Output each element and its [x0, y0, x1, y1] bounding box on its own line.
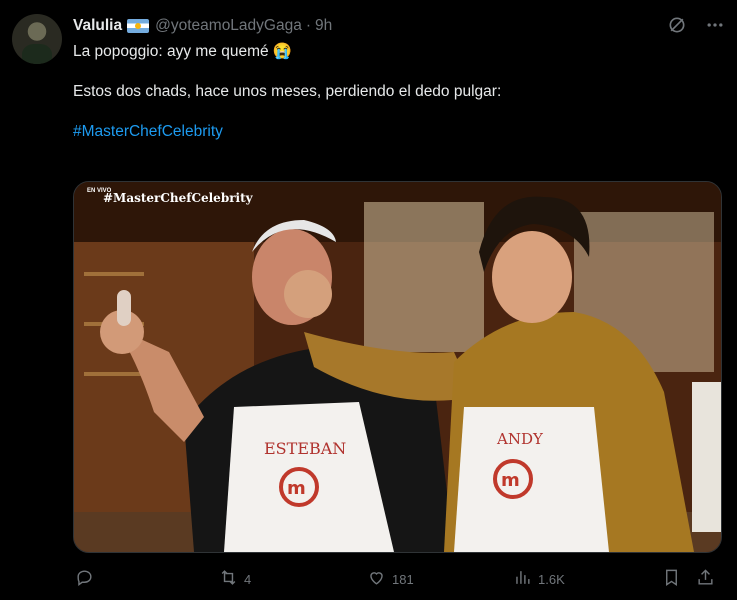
- tweet-line-1: La popoggio: ayy me quemé 😭: [73, 43, 293, 60]
- views-icon: [513, 568, 532, 590]
- like-button[interactable]: 181: [367, 568, 414, 590]
- argentina-flag-icon: [127, 19, 150, 33]
- share-icon: [696, 568, 715, 590]
- retweet-button[interactable]: 4: [219, 568, 251, 590]
- hashtag-link[interactable]: #MasterChefCelebrity: [73, 123, 223, 140]
- separator-dot: ·: [305, 17, 312, 34]
- author-avatar[interactable]: [12, 14, 62, 64]
- image-overlay-hashtag: #MasterChefCelebrity: [103, 191, 253, 205]
- like-count: 181: [392, 571, 414, 587]
- author-handle[interactable]: @yoteamoLadyGaga: [155, 17, 302, 35]
- tweet-header: Valulia @yoteamoLadyGaga · 9h: [73, 15, 725, 37]
- heart-icon: [367, 568, 386, 590]
- bookmark-button[interactable]: [662, 568, 681, 590]
- reply-button[interactable]: [75, 568, 100, 590]
- tweet-line-2: Estos dos chads, hace unos meses, perdie…: [73, 83, 502, 100]
- grok-icon[interactable]: [667, 15, 687, 40]
- tweet-actions: 4 181 1.6K: [73, 568, 723, 592]
- image-scene: ESTEBAN m ANDY m: [74, 182, 721, 552]
- retweet-icon: [219, 568, 238, 590]
- reply-icon: [75, 568, 94, 590]
- svg-text:m: m: [501, 470, 520, 491]
- tweet-image[interactable]: ESTEBAN m ANDY m EN VIVO #MasterChefCele…: [73, 181, 722, 553]
- share-button[interactable]: [696, 568, 715, 590]
- views-count: 1.6K: [538, 571, 565, 587]
- svg-text:m: m: [287, 478, 306, 499]
- views-button[interactable]: 1.6K: [513, 568, 565, 590]
- more-options-icon[interactable]: [705, 15, 725, 40]
- bookmark-icon: [662, 568, 681, 590]
- tweet-text: La popoggio: ayy me quemé 😭 Estos dos ch…: [73, 42, 713, 142]
- retweet-count: 4: [244, 571, 252, 587]
- author-name[interactable]: Valulia: [73, 17, 122, 35]
- apron-right-name: ANDY: [496, 430, 544, 448]
- header-actions: [667, 15, 725, 40]
- apron-left-name: ESTEBAN: [264, 439, 346, 458]
- tweet-timestamp[interactable]: 9h: [315, 17, 332, 35]
